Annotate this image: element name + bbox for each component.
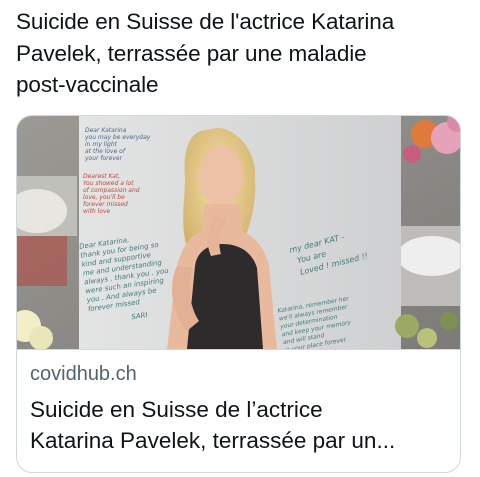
memorial-photo: Dear Katarina you may be everyday in my …	[17, 116, 460, 349]
poster-note: Dear Katarina	[85, 127, 127, 134]
poster-note: love, you'll be	[83, 194, 125, 201]
link-title-line: Katarina Pavelek, terrassée par un...	[30, 428, 396, 453]
link-title-line: Suicide en Suisse de l’actrice	[30, 397, 323, 422]
poster-note: You showed a lot	[83, 180, 134, 187]
poster-note: Dearest Kat,	[83, 173, 120, 180]
poster-note: you may be everyday	[84, 134, 151, 141]
poster-note: with love	[83, 208, 111, 215]
link-preview-image[interactable]: Dear Katarina you may be everyday in my …	[17, 116, 460, 349]
poster-note: of compassion and	[83, 187, 140, 194]
post-text: Suicide en Suisse de l'actrice Katarina …	[16, 6, 468, 101]
link-domain: covidhub.ch	[30, 363, 137, 385]
post-text-line: Pavelek, terrassée par une maladie	[16, 40, 367, 66]
poster-note: in my light	[85, 141, 118, 148]
post-text-line: post-vaccinale	[16, 72, 159, 97]
link-title: Suicide en Suisse de l’actrice Katarina …	[30, 394, 450, 456]
link-preview-meta[interactable]: covidhub.ch Suicide en Suisse de l’actri…	[17, 349, 460, 472]
poster-note: forever missed	[83, 201, 128, 208]
poster-note: your forever	[84, 155, 123, 162]
poster-note: at the love of	[85, 148, 126, 155]
memorial-poster: Dear Katarina you may be everyday in my …	[79, 116, 401, 349]
post-text-line: Suicide en Suisse de l'actrice Katarina	[16, 9, 395, 34]
link-preview-card[interactable]: Dear Katarina you may be everyday in my …	[16, 115, 461, 473]
